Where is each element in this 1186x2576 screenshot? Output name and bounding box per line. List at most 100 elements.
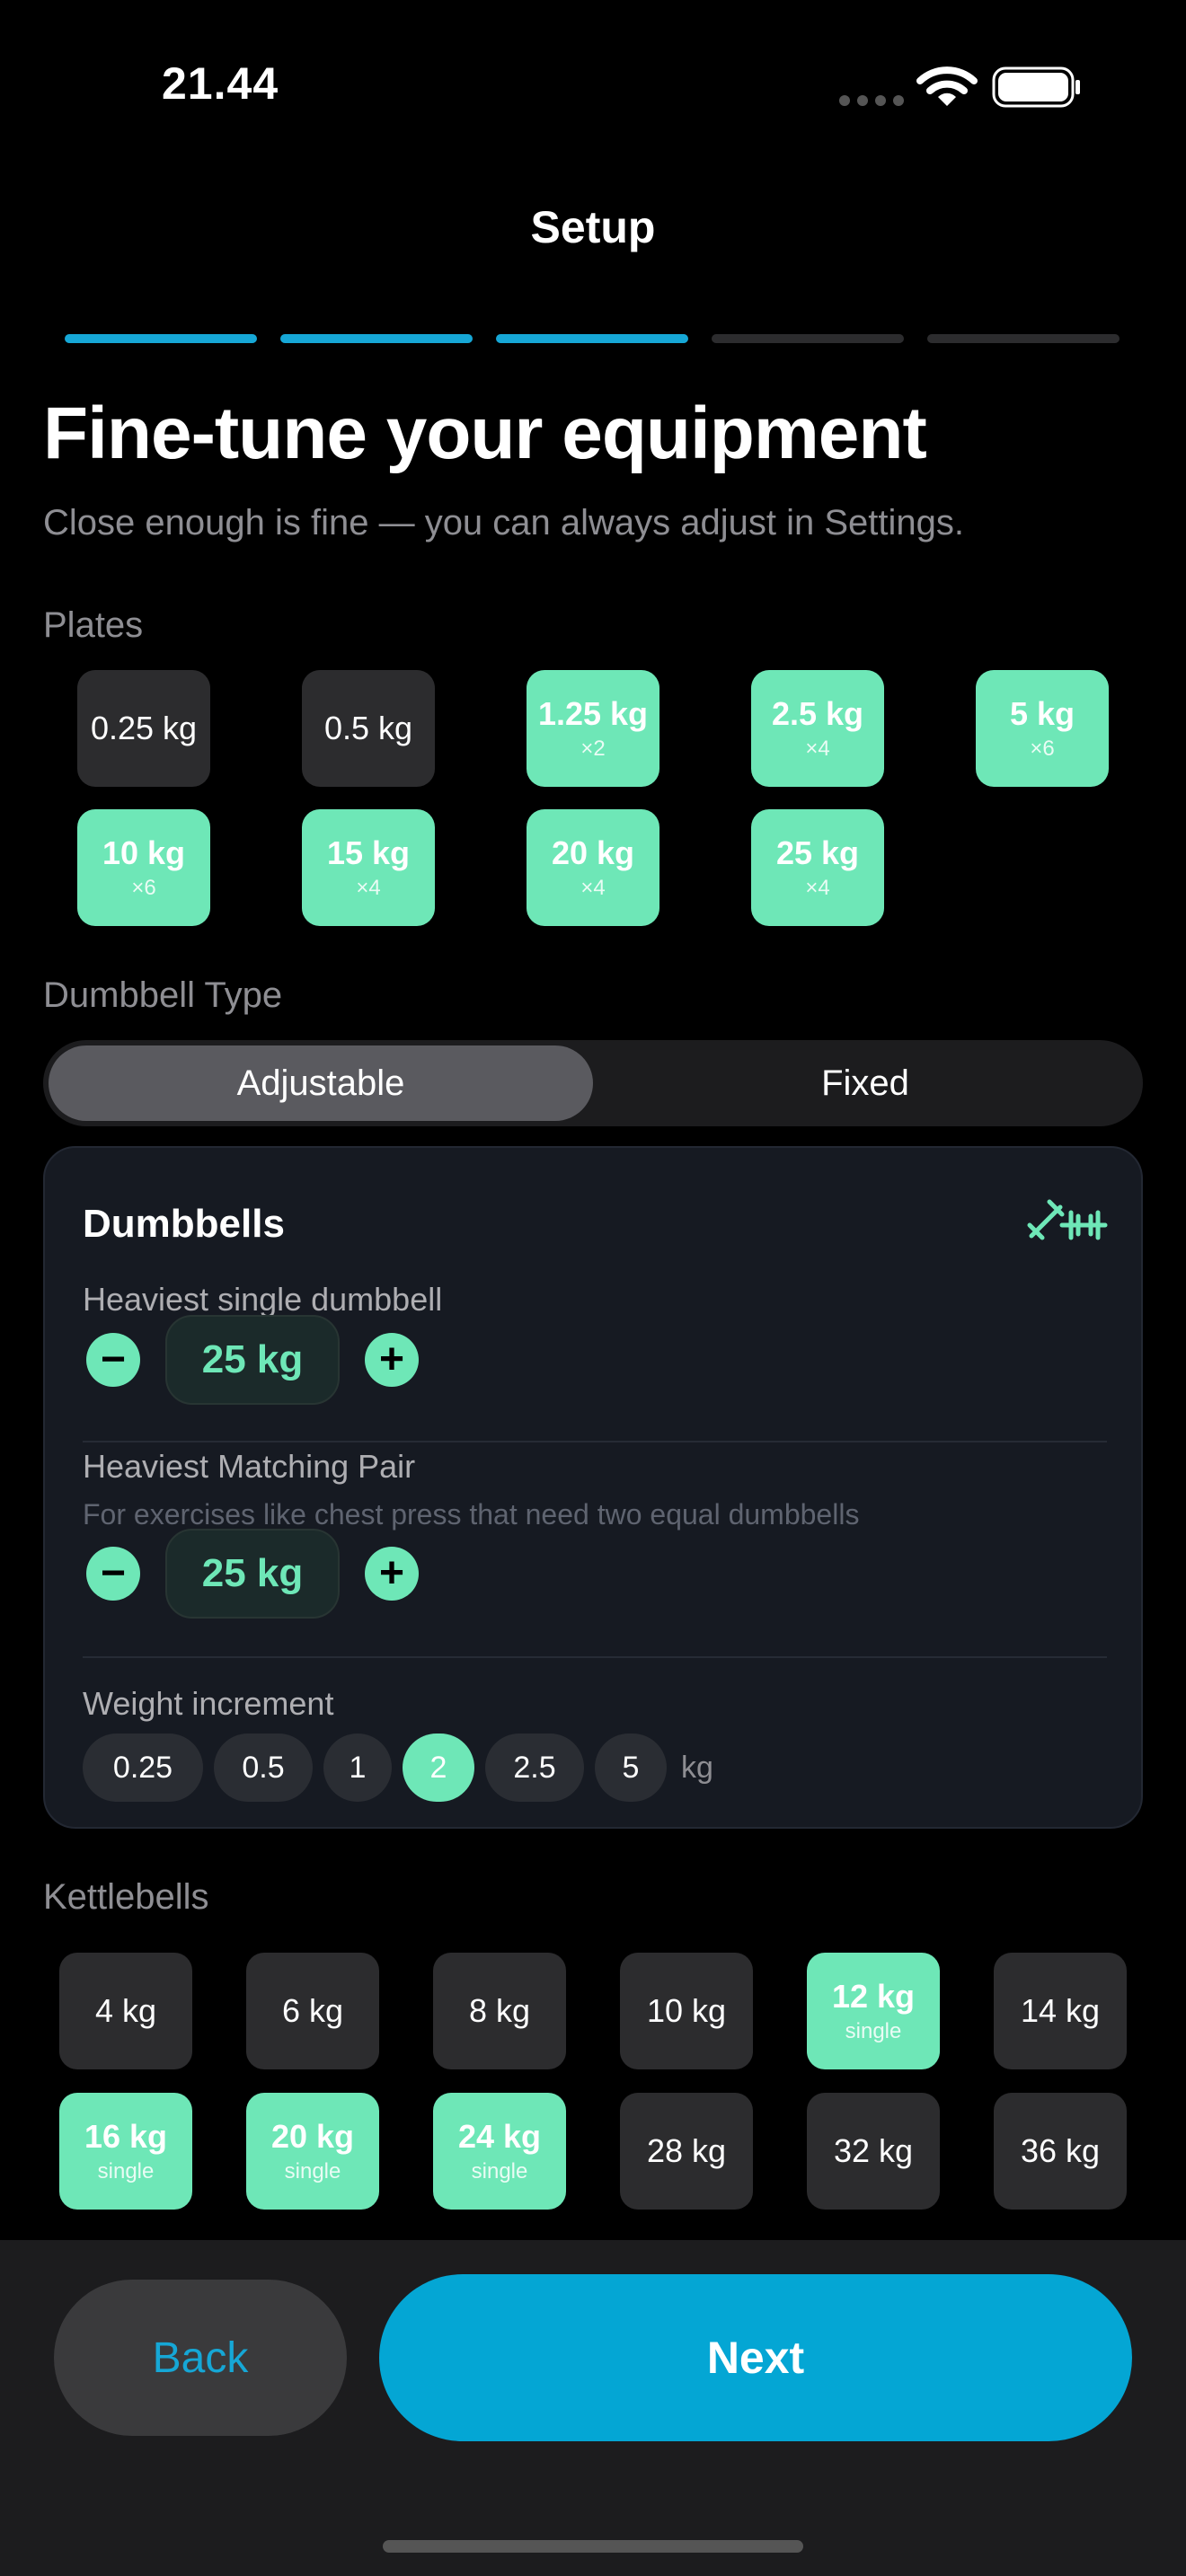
kettlebell-tile[interactable]: 14 kg <box>994 1953 1127 2069</box>
kettlebell-weight: 20 kg <box>270 2118 355 2155</box>
plate-weight: 2.5 kg <box>771 695 864 732</box>
minus-icon: − <box>100 1336 127 1383</box>
header-title: Setup <box>530 202 656 252</box>
heaviest-single-decrement-button[interactable]: − <box>86 1333 140 1387</box>
increment-chip[interactable]: 5 <box>595 1734 667 1802</box>
heaviest-single-value[interactable]: 25 kg <box>165 1315 340 1405</box>
heaviest-single-label: Heaviest single dumbbell <box>83 1281 443 1318</box>
plate-tile[interactable]: 0.5 kg <box>302 670 435 787</box>
kettlebell-weight: 14 kg <box>1020 1992 1101 2029</box>
plate-weight: 25 kg <box>775 834 860 871</box>
plate-weight: 1.25 kg <box>537 695 649 732</box>
heaviest-pair-value[interactable]: 25 kg <box>165 1529 340 1619</box>
plate-tile[interactable]: 2.5 kg ×4 <box>751 670 884 787</box>
dumbbells-title: Dumbbells <box>83 1202 285 1246</box>
increment-chip[interactable]: 2.5 <box>485 1734 584 1802</box>
increment-chip[interactable]: 1 <box>323 1734 392 1802</box>
plate-count: ×6 <box>1030 737 1055 761</box>
plate-weight: 10 kg <box>102 834 186 871</box>
minus-icon: − <box>100 1549 127 1597</box>
kettlebell-tile[interactable]: 10 kg <box>620 1953 753 2069</box>
wifi-icon <box>916 66 978 106</box>
setup-progress <box>65 334 1120 343</box>
home-indicator <box>383 2540 803 2553</box>
kettlebell-weight: 28 kg <box>646 2132 727 2169</box>
kettlebell-tile[interactable]: 12 kg single <box>807 1953 940 2069</box>
weight-increment-chips: 0.25 0.5 1 2 2.5 5 kg <box>83 1734 713 1802</box>
increment-chip[interactable]: 0.25 <box>83 1734 203 1802</box>
page-subtitle: Close enough is fine — you can always ad… <box>43 503 965 543</box>
dumbbell-type-segmented: Adjustable Fixed <box>43 1040 1143 1126</box>
plate-count: ×6 <box>131 876 156 900</box>
plate-weight: 0.25 kg <box>90 710 198 746</box>
plate-weight: 20 kg <box>551 834 635 871</box>
plate-count: ×2 <box>580 737 606 761</box>
segment-fixed[interactable]: Fixed <box>593 1045 1137 1121</box>
kettlebell-tile[interactable]: 16 kg single <box>59 2093 192 2210</box>
progress-segment <box>712 334 904 343</box>
kettlebell-weight: 36 kg <box>1020 2132 1101 2169</box>
divider <box>83 1656 1107 1658</box>
weight-increment-label: Weight increment <box>83 1685 334 1722</box>
plates-label: Plates <box>43 605 144 645</box>
kettlebell-tile[interactable]: 4 kg <box>59 1953 192 2069</box>
plate-tile[interactable]: 10 kg ×6 <box>77 809 210 926</box>
plate-tile[interactable]: 0.25 kg <box>77 670 210 787</box>
plus-icon: + <box>378 1336 405 1383</box>
heaviest-pair-label: Heaviest Matching Pair <box>83 1448 416 1485</box>
kettlebell-tile[interactable]: 8 kg <box>433 1953 566 2069</box>
page-title: Fine-tune your equipment <box>43 393 927 474</box>
kettlebell-weight: 8 kg <box>468 1992 531 2029</box>
dumbbell-type-label: Dumbbell Type <box>43 975 283 1015</box>
plate-tile[interactable]: 15 kg ×4 <box>302 809 435 926</box>
progress-segment <box>496 334 688 343</box>
dumbbell-icon <box>1027 1199 1108 1240</box>
kettlebell-tile[interactable]: 28 kg <box>620 2093 753 2210</box>
plate-count: ×4 <box>580 876 606 900</box>
segment-adjustable[interactable]: Adjustable <box>49 1045 593 1121</box>
kettlebell-weight: 32 kg <box>833 2132 914 2169</box>
heaviest-single-increment-button[interactable]: + <box>365 1333 419 1387</box>
heaviest-pair-increment-button[interactable]: + <box>365 1547 419 1601</box>
plate-tile[interactable]: 5 kg ×6 <box>976 670 1109 787</box>
progress-segment <box>927 334 1120 343</box>
kettlebells-label: Kettlebells <box>43 1877 209 1917</box>
increment-chip[interactable]: 0.5 <box>214 1734 313 1802</box>
next-button[interactable]: Next <box>379 2274 1132 2441</box>
kettlebell-tile[interactable]: 6 kg <box>246 1953 379 2069</box>
kettlebell-tile[interactable]: 24 kg single <box>433 2093 566 2210</box>
heaviest-pair-decrement-button[interactable]: − <box>86 1547 140 1601</box>
kettlebell-tag: single <box>284 2159 341 2183</box>
increment-chip[interactable]: 2 <box>403 1734 474 1802</box>
plate-count: ×4 <box>805 737 830 761</box>
increment-unit: kg <box>681 1750 713 1785</box>
kettlebell-weight: 12 kg <box>831 1978 916 2015</box>
kettlebell-tag: single <box>471 2159 528 2183</box>
plate-tile[interactable]: 1.25 kg ×2 <box>527 670 659 787</box>
plate-tile[interactable]: 25 kg ×4 <box>751 809 884 926</box>
plus-icon: + <box>378 1549 405 1597</box>
plate-count: ×4 <box>356 876 381 900</box>
back-button[interactable]: Back <box>54 2280 347 2436</box>
cellular-signal-icon <box>839 95 904 106</box>
plate-count: ×4 <box>805 876 830 900</box>
kettlebell-weight: 6 kg <box>281 1992 344 2029</box>
kettlebell-weight: 24 kg <box>457 2118 542 2155</box>
heaviest-pair-hint: For exercises like chest press that need… <box>83 1498 860 1531</box>
battery-icon <box>992 66 1080 108</box>
kettlebell-tile[interactable]: 32 kg <box>807 2093 940 2210</box>
plate-tile[interactable]: 20 kg ×4 <box>527 809 659 926</box>
kettlebell-tile[interactable]: 36 kg <box>994 2093 1127 2210</box>
kettlebell-weight: 10 kg <box>646 1992 727 2029</box>
divider <box>83 1441 1107 1442</box>
kettlebell-tag: single <box>845 2019 902 2043</box>
status-time: 21.44 <box>162 58 279 109</box>
progress-segment <box>65 334 257 343</box>
plate-weight: 0.5 kg <box>323 710 413 746</box>
plate-weight: 15 kg <box>326 834 411 871</box>
plate-weight: 5 kg <box>1009 695 1075 732</box>
kettlebell-weight: 16 kg <box>84 2118 168 2155</box>
kettlebell-weight: 4 kg <box>94 1992 157 2029</box>
dumbbells-card: Dumbbells Heaviest single dumbbell − 25 … <box>43 1146 1143 1829</box>
kettlebell-tile[interactable]: 20 kg single <box>246 2093 379 2210</box>
